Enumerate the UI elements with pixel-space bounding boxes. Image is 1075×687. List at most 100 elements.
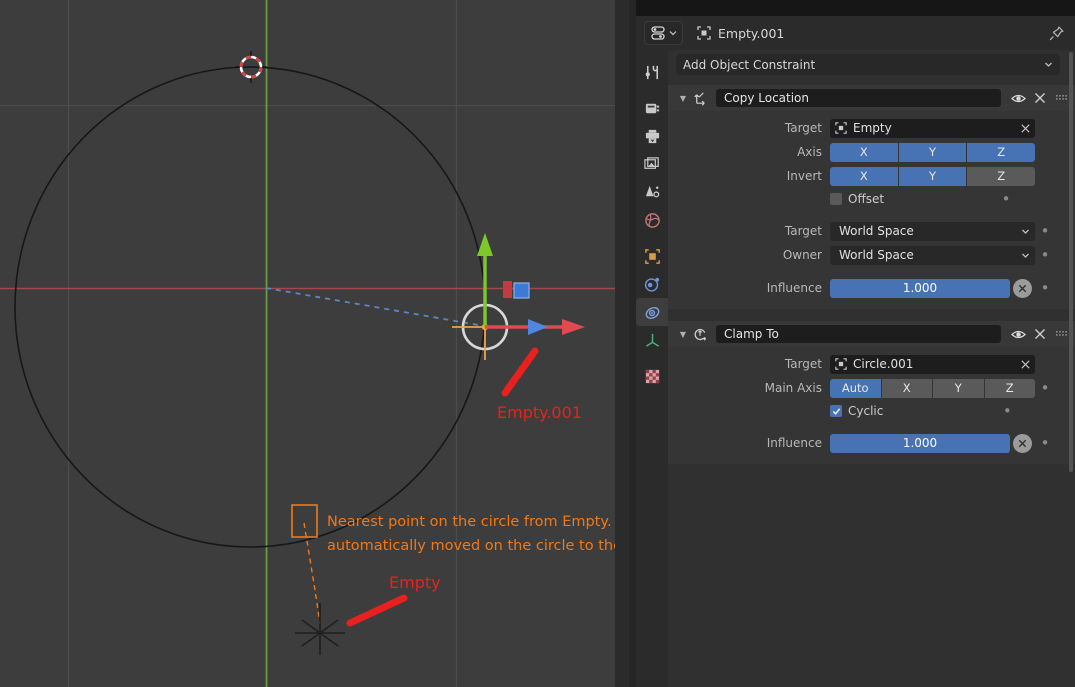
invert-toggle-y[interactable]: Y bbox=[898, 166, 967, 186]
drag-grip-icon[interactable] bbox=[1051, 88, 1071, 108]
row-target: Target Empty bbox=[668, 117, 1075, 139]
add-object-constraint-label: Add Object Constraint bbox=[683, 57, 816, 72]
clear-target-icon[interactable] bbox=[1020, 359, 1031, 370]
annotation-stroke-empty bbox=[346, 594, 408, 627]
render-camera-icon bbox=[645, 103, 659, 113]
row-axis: Axis X Y Z bbox=[668, 141, 1075, 163]
gizmo-plane-handle-y bbox=[513, 282, 530, 299]
tab-output[interactable] bbox=[636, 122, 668, 150]
printer-icon bbox=[645, 129, 659, 143]
clear-keyframe-button[interactable] bbox=[1013, 278, 1032, 298]
cyclic-label: Cyclic bbox=[848, 404, 884, 418]
tab-constraints[interactable] bbox=[636, 298, 668, 326]
axis-toggle-y[interactable]: Y bbox=[898, 142, 967, 162]
tab-world[interactable] bbox=[636, 206, 668, 234]
clear-target-icon[interactable] bbox=[1020, 123, 1031, 134]
main-axis-x[interactable]: X bbox=[881, 378, 932, 398]
constraint-panel-clamp-to: ▼ Clamp To Target Circle.001 Main Axis A… bbox=[668, 321, 1075, 464]
close-x-icon bbox=[1018, 439, 1027, 447]
animate-decorator-dot[interactable]: • bbox=[996, 191, 1016, 207]
row-influence: Influence 1.000 • bbox=[668, 432, 1075, 454]
viewport-canvas bbox=[0, 0, 615, 687]
scene-cone-icon bbox=[645, 185, 659, 197]
tab-object-data[interactable] bbox=[636, 326, 668, 354]
invert-toggle-x[interactable]: X bbox=[830, 166, 898, 186]
constraint-name-field[interactable]: Copy Location bbox=[716, 89, 1001, 107]
images-icon bbox=[643, 156, 659, 169]
nearest-point-highlight-box bbox=[291, 504, 318, 538]
tab-object[interactable] bbox=[636, 242, 668, 270]
tab-scene[interactable] bbox=[636, 178, 668, 206]
copy-location-icon bbox=[690, 91, 710, 106]
invert-toggle-z[interactable]: Z bbox=[967, 166, 1036, 186]
constraint-body-copy-location: Target Empty Axis X Y Z Invert X Y Z Off… bbox=[668, 111, 1075, 309]
main-axis-auto[interactable]: Auto bbox=[830, 378, 881, 398]
tab-modifiers[interactable] bbox=[636, 270, 668, 298]
main-axis-y[interactable]: Y bbox=[933, 378, 984, 398]
constraint-header-clamp-to[interactable]: ▼ Clamp To bbox=[668, 321, 1075, 347]
owner-space-value: World Space bbox=[839, 248, 914, 262]
owner-space-dropdown[interactable]: World Space bbox=[830, 245, 1035, 265]
animate-decorator-dot[interactable]: • bbox=[1035, 380, 1055, 396]
collapse-triangle-icon[interactable]: ▼ bbox=[676, 94, 690, 103]
editor-type-selector[interactable] bbox=[644, 21, 683, 45]
constraint-name-field[interactable]: Clamp To bbox=[716, 325, 1001, 343]
drag-grip-icon[interactable] bbox=[1051, 324, 1071, 344]
animate-decorator-dot[interactable]: • bbox=[1035, 435, 1055, 451]
add-object-constraint-dropdown[interactable]: Add Object Constraint bbox=[676, 54, 1060, 75]
influence-slider[interactable]: 1.000 bbox=[830, 433, 1010, 453]
row-label-target: Target bbox=[784, 121, 822, 135]
blender-window: Empty.001 Empty Nearest point on the cir… bbox=[0, 0, 1075, 687]
row-invert: Invert X Y Z bbox=[668, 165, 1075, 187]
animate-decorator-dot[interactable]: • bbox=[997, 403, 1017, 419]
constraint-panel-copy-location: ▼ Copy Location Target Empty Axis X Y Z … bbox=[668, 85, 1075, 309]
tab-texture[interactable] bbox=[636, 362, 668, 390]
chevron-down-icon bbox=[1022, 229, 1029, 234]
tab-render[interactable] bbox=[636, 94, 668, 122]
animate-decorator-dot[interactable]: • bbox=[1035, 247, 1055, 263]
constraint-header-copy-location[interactable]: ▼ Copy Location bbox=[668, 85, 1075, 111]
row-offset: Offset • bbox=[830, 189, 1075, 209]
delete-constraint-button[interactable] bbox=[1029, 88, 1051, 108]
properties-scrollbar[interactable] bbox=[1069, 52, 1073, 472]
3d-viewport[interactable]: Empty.001 Empty Nearest point on the cir… bbox=[0, 0, 615, 687]
tab-view-layer[interactable] bbox=[636, 150, 668, 178]
object-empty-icon bbox=[835, 358, 847, 370]
row-main-axis: Main Axis Auto X Y Z • bbox=[668, 377, 1075, 399]
empty001-gizmo bbox=[452, 233, 585, 360]
target-object-field[interactable]: Circle.001 bbox=[830, 354, 1035, 374]
physics-orbit-icon bbox=[644, 277, 659, 292]
checkmark-icon bbox=[832, 407, 840, 415]
clear-keyframe-button[interactable] bbox=[1013, 433, 1032, 453]
eye-icon[interactable] bbox=[1007, 88, 1029, 108]
row-label-target: Target bbox=[784, 357, 822, 371]
offset-checkbox[interactable] bbox=[830, 193, 842, 205]
axis-toggle-x[interactable]: X bbox=[830, 142, 898, 162]
chevron-down-icon bbox=[669, 31, 676, 36]
row-label-influence: Influence bbox=[766, 281, 822, 295]
properties-editor-icon bbox=[650, 26, 665, 40]
tab-tool[interactable] bbox=[636, 58, 668, 86]
target-space-dropdown[interactable]: World Space bbox=[830, 221, 1035, 241]
properties-header: Empty.001 bbox=[636, 16, 1075, 50]
axis-toggle-z[interactable]: Z bbox=[967, 142, 1036, 162]
breadcrumb[interactable]: Empty.001 bbox=[697, 26, 784, 41]
row-target: Target Circle.001 bbox=[668, 353, 1075, 375]
eye-icon[interactable] bbox=[1007, 324, 1029, 344]
target-object-field[interactable]: Empty bbox=[830, 118, 1035, 138]
chevron-down-icon bbox=[1045, 62, 1052, 67]
animate-decorator-dot[interactable]: • bbox=[1035, 280, 1055, 296]
row-label-axis: Axis bbox=[797, 145, 822, 159]
row-label-main-axis: Main Axis bbox=[764, 381, 822, 395]
texture-checker-icon bbox=[645, 369, 659, 383]
animate-decorator-dot[interactable]: • bbox=[1035, 223, 1055, 239]
cyclic-checkbox[interactable] bbox=[830, 405, 842, 417]
influence-slider[interactable]: 1.000 bbox=[830, 278, 1010, 298]
delete-constraint-button[interactable] bbox=[1029, 324, 1051, 344]
properties-body: Add Object Constraint ▼ Copy Location Ta… bbox=[668, 50, 1075, 687]
pin-icon[interactable] bbox=[1048, 25, 1065, 42]
collapse-triangle-icon[interactable]: ▼ bbox=[676, 330, 690, 339]
target-object-name: Empty bbox=[853, 121, 892, 135]
main-axis-z[interactable]: Z bbox=[984, 378, 1035, 398]
tool-icon bbox=[645, 65, 658, 79]
